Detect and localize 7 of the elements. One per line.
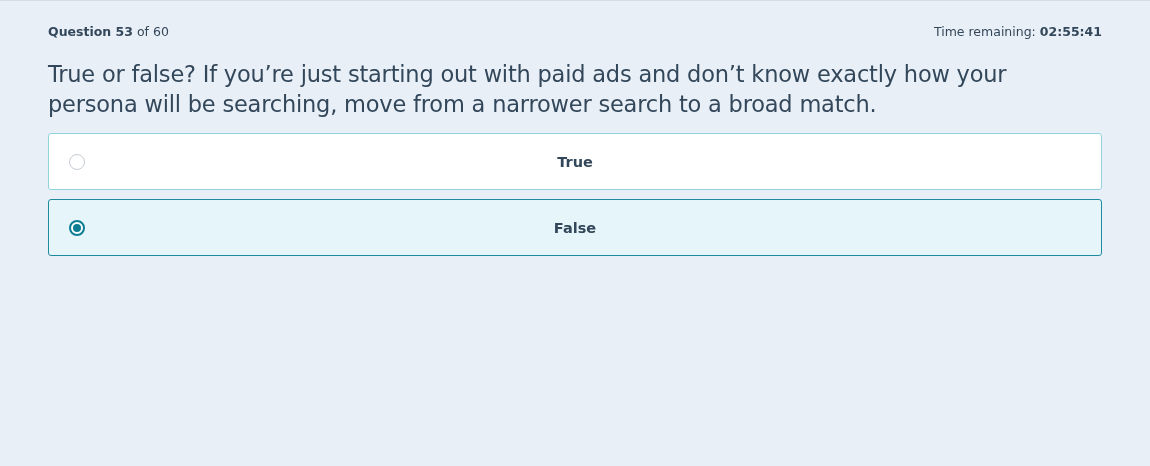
question-text: True or false? If you’re just starting out with paid ads and don’t know exactly how your persona will be searching, move from a narrower search to a broad match.: [48, 60, 1008, 119]
answer-option[interactable]: True: [48, 133, 1102, 190]
answer-option[interactable]: False: [48, 199, 1102, 256]
question-counter: Question 53 of 60: [48, 24, 169, 39]
radio-button[interactable]: [69, 219, 85, 236]
radio-button[interactable]: [69, 153, 85, 170]
timer: Time remaining: 02:55:41: [933, 24, 1102, 39]
